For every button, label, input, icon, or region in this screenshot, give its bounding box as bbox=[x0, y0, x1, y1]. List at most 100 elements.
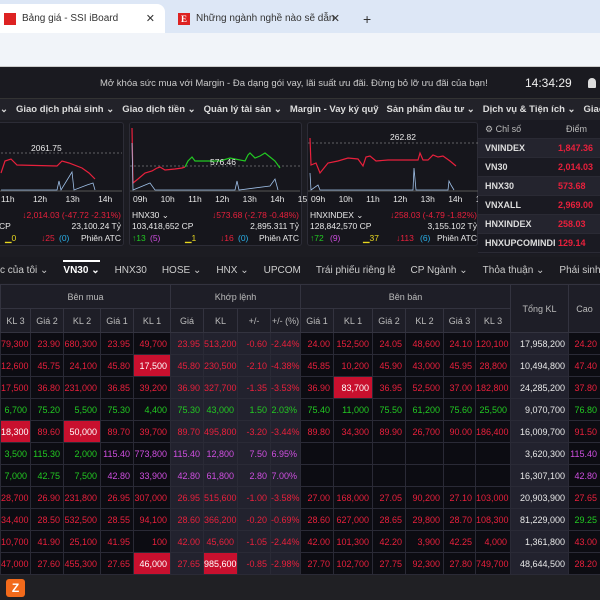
table-cell: 11,000 bbox=[333, 398, 373, 421]
table-cell: -3.44% bbox=[270, 420, 301, 443]
table-row[interactable]: 34,400 28.50 532,500 28.55 94,100 28.60 366,20… bbox=[0, 508, 600, 531]
column-header[interactable]: +/- (%) bbox=[270, 308, 301, 333]
table-cell: 50,000 bbox=[63, 420, 101, 443]
table-row[interactable]: 10,700 41.90 25,100 41.95 100 42.00 45,600 -1.0… bbox=[0, 530, 600, 553]
menu-products[interactable]: Sản phẩm đầu tư ⌄ bbox=[387, 104, 475, 115]
table-cell: 17,500 bbox=[0, 376, 31, 399]
column-header[interactable]: KL 3 bbox=[474, 308, 512, 333]
column-header[interactable]: KL 1 bbox=[333, 308, 373, 333]
tab-hose[interactable]: HOSE ⌄ bbox=[162, 265, 202, 276]
table-cell: 61,800 bbox=[203, 464, 238, 487]
tab-watchlist[interactable]: c của tôi ⌄ bbox=[0, 265, 48, 276]
menu-interface[interactable]: Giao diện bbox=[584, 104, 600, 115]
table-row[interactable]: 17,500 36.80 231,000 36.85 39,200 36.90 327,70… bbox=[0, 376, 600, 399]
table-row[interactable]: 28,700 26.90 231,800 26.95 307,000 26.95 515,6… bbox=[0, 486, 600, 509]
menu-assets[interactable]: Quản lý tài sản ⌄ bbox=[204, 104, 282, 115]
up-count: ↑13 bbox=[132, 233, 146, 243]
table-cell: 23.95 bbox=[100, 332, 134, 355]
table-row[interactable]: 7,000 42.75 7,500 42.80 33,900 42.80 61,800 2.8… bbox=[0, 464, 600, 487]
time-axis: 09h 10h 11h 12h 13h 14h 15h bbox=[133, 194, 312, 204]
index-selector[interactable]: HNX30 ⌄ bbox=[132, 210, 169, 221]
index-change: ↓573.68 (-2.78 -0.48%) bbox=[212, 210, 299, 220]
index-row[interactable]: VNINDEX 1,847.36 bbox=[478, 139, 600, 158]
tab-derivatives[interactable]: Phái sinh ⌄ bbox=[559, 265, 600, 276]
tab-hnx30[interactable]: HNX30 bbox=[115, 265, 147, 276]
bell-icon[interactable] bbox=[588, 78, 596, 88]
index-name: VNXALL bbox=[485, 200, 521, 210]
index-selector[interactable]: HNXINDEX ⌄ bbox=[310, 210, 363, 221]
table-cell: 455,300 bbox=[63, 552, 101, 575]
table-row[interactable]: 3,500 115.30 2,000 115.40 773,800 115.40 12,80… bbox=[0, 442, 600, 465]
table-cell: 45.95 bbox=[443, 354, 476, 377]
index-row[interactable]: HNXUPCOMINDI 129.14 bbox=[478, 234, 600, 253]
table-cell: 34,300 bbox=[333, 420, 373, 443]
volume: 103,418,652 CP bbox=[132, 221, 194, 231]
index-row[interactable]: VNXALL 2,969.00 bbox=[478, 196, 600, 215]
browser-tab-ssi[interactable]: Bảng giá - SSI iBoard ✕ bbox=[0, 4, 165, 33]
column-header[interactable]: KL bbox=[203, 308, 238, 333]
column-header[interactable]: +/- bbox=[237, 308, 271, 333]
menu-margin[interactable]: Margin - Vay ký quỹ bbox=[290, 104, 379, 115]
chart-panel-hnxindex[interactable]: 262.82 09h 10h 11h 12h 13h 14h 15h HNXIN… bbox=[307, 122, 490, 246]
table-row[interactable]: 18,300 89.60 50,000 89.70 39,700 89.70 495,800… bbox=[0, 420, 600, 443]
col-high[interactable]: Cao bbox=[568, 284, 600, 333]
table-row[interactable]: 47,000 27.60 455,300 27.65 46,000 27.65 985,60… bbox=[0, 552, 600, 575]
index-point: 1,847.36 bbox=[558, 143, 594, 153]
chart-panel-hnx30[interactable]: 576.46 09h 10h 11h 12h 13h 14h 15h HNX30… bbox=[129, 122, 312, 246]
menu-derivatives[interactable]: Giao dịch phái sinh ⌄ bbox=[16, 104, 114, 115]
index-table-header: ⚙ Chỉ số Điểm bbox=[478, 120, 600, 139]
table-row[interactable]: 6,700 75.20 5,500 75.30 4,400 75.30 43,000 1.50… bbox=[0, 398, 600, 421]
table-cell: 4,400 bbox=[133, 398, 171, 421]
table-row[interactable]: 12,600 45.75 24,100 45.80 17,500 45.80 230,500… bbox=[0, 354, 600, 377]
column-header[interactable]: KL 2 bbox=[63, 308, 101, 333]
app-logo-icon[interactable]: Z bbox=[6, 579, 25, 597]
column-header[interactable]: KL 3 bbox=[0, 308, 31, 333]
table-cell bbox=[333, 464, 373, 487]
new-tab-button[interactable]: + bbox=[355, 4, 371, 33]
close-tab-icon[interactable]: ✕ bbox=[331, 12, 340, 25]
column-header[interactable]: Giá 1 bbox=[100, 308, 134, 333]
table-cell: 46,000 bbox=[133, 552, 171, 575]
index-table: ⚙ Chỉ số Điểm VNINDEX 1,847.36 VN30 2,014.03… bbox=[478, 120, 600, 254]
table-row[interactable]: 79,300 23.90 680,300 23.95 49,700 23.95 513,20… bbox=[0, 332, 600, 355]
tab-bonds[interactable]: Trái phiếu riêng lẻ bbox=[316, 265, 396, 276]
close-tab-icon[interactable]: ✕ bbox=[146, 12, 155, 25]
gear-icon[interactable]: ⚙ bbox=[485, 124, 496, 135]
tab-upcom[interactable]: UPCOM bbox=[264, 265, 301, 276]
column-header[interactable]: Giá 3 bbox=[443, 308, 476, 333]
column-header[interactable]: Giá 1 bbox=[300, 308, 334, 333]
tab-negotiated[interactable]: Thỏa thuận ⌄ bbox=[483, 265, 545, 276]
value: 23,100.24 Tỷ bbox=[71, 221, 121, 231]
promo-message[interactable]: Mở khóa sức mua với Margin - Đa dạng gói… bbox=[100, 78, 488, 89]
tab-sector[interactable]: CP Ngành ⌄ bbox=[411, 265, 468, 276]
index-row[interactable]: VN30 2,014.03 bbox=[478, 158, 600, 177]
table-cell: 28.55 bbox=[100, 508, 134, 531]
index-row[interactable]: HNX30 573.68 bbox=[478, 177, 600, 196]
table-cell: 89.60 bbox=[30, 420, 64, 443]
table-cell: 1.50 bbox=[237, 398, 271, 421]
menu-services[interactable]: Dịch vụ & Tiện ích ⌄ bbox=[483, 104, 576, 115]
column-header[interactable]: Giá bbox=[170, 308, 204, 333]
col-total-volume[interactable]: Tổng KL bbox=[510, 284, 570, 333]
table-cell: 27.65 bbox=[170, 552, 204, 575]
column-header[interactable]: Giá 2 bbox=[30, 308, 64, 333]
table-cell: 27.65 bbox=[100, 552, 134, 575]
browser-tab-news[interactable]: E Những ngành nghề nào sẽ dẫn ✕ bbox=[170, 4, 350, 33]
volume: 128,842,570 CP bbox=[310, 221, 372, 231]
table-cell: 36.90 bbox=[170, 376, 204, 399]
chart-panel-vn30[interactable]: 2061.75 11h 12h 13h 14h 15h ↓2,014.03 (-… bbox=[0, 122, 145, 246]
table-cell: 75.30 bbox=[100, 398, 134, 421]
tab-title: Những ngành nghề nào sẽ dẫn bbox=[196, 13, 335, 24]
table-cell: 2.80 bbox=[237, 464, 271, 487]
table-cell: 28.65 bbox=[372, 508, 406, 531]
column-header[interactable]: KL 2 bbox=[405, 308, 444, 333]
index-row[interactable]: HNXINDEX 258.03 bbox=[478, 215, 600, 234]
menu-cash[interactable]: Giao dịch tiền ⌄ bbox=[122, 104, 195, 115]
tab-vn30[interactable]: VN30 ⌄ bbox=[63, 259, 100, 276]
column-header[interactable]: Giá 2 bbox=[372, 308, 406, 333]
tab-hnx[interactable]: HNX ⌄ bbox=[216, 265, 248, 276]
address-bar[interactable] bbox=[0, 33, 600, 67]
table-cell: 43,000 bbox=[405, 354, 444, 377]
table-cell: 90.00 bbox=[443, 420, 476, 443]
column-header[interactable]: KL 1 bbox=[133, 308, 171, 333]
